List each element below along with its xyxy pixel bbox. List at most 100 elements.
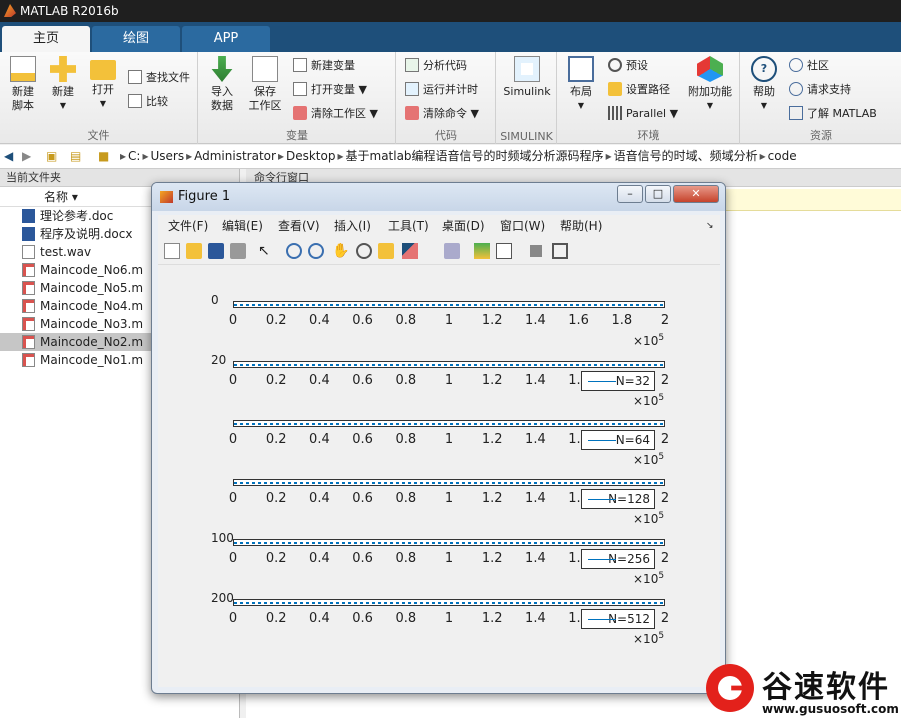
- exponent-base: ×10: [633, 572, 659, 586]
- new-script-icon: [10, 56, 36, 82]
- exponent-base: ×10: [633, 632, 659, 646]
- subplot-axes[interactable]: [233, 479, 665, 486]
- breadcrumb-item[interactable]: C:: [128, 149, 140, 163]
- find-files-button[interactable]: 查找文件: [128, 68, 190, 88]
- breadcrumb-item[interactable]: 基于matlab编程语音信号的时频域分析源码程序: [346, 149, 604, 163]
- zoom-in-icon[interactable]: [286, 243, 302, 259]
- parallel-button[interactable]: Parallel ▼: [608, 104, 678, 124]
- compare-button[interactable]: 比较: [128, 92, 168, 112]
- open-variable-button[interactable]: 打开变量 ▼: [293, 80, 367, 100]
- x-tick-label: 0.8: [395, 611, 417, 626]
- subplot-axes[interactable]: [233, 539, 665, 546]
- new-script-button[interactable]: 新建 脚本: [6, 56, 40, 113]
- breadcrumb-item[interactable]: 语音信号的时域、频域分析: [614, 149, 758, 163]
- open-button[interactable]: 打开 ▼: [86, 56, 120, 111]
- breadcrumb-item[interactable]: Desktop: [286, 149, 336, 163]
- subplot-axes[interactable]: [233, 420, 665, 427]
- clear-commands-button[interactable]: 清除命令 ▼: [405, 104, 479, 124]
- menu-help[interactable]: 帮助(H): [560, 215, 602, 237]
- subplot-axes[interactable]: [233, 599, 665, 606]
- subplot-axes[interactable]: [233, 301, 665, 308]
- x-tick-label: 1.8: [611, 313, 633, 328]
- analyze-code-button[interactable]: 分析代码: [405, 56, 467, 76]
- tab-plots[interactable]: 绘图: [92, 26, 180, 52]
- figure-canvas[interactable]: 0 0 0.2 0.4 0.6 0.8 1 1.2 1.4 1.6 1.8 2 ×105 20 0 0.2 0.…: [158, 265, 720, 687]
- new-figure-icon[interactable]: [164, 243, 180, 259]
- x-tick-label: 0.2: [265, 313, 287, 328]
- link-plot-icon[interactable]: [444, 243, 460, 259]
- menu-insert[interactable]: 插入(I): [334, 215, 371, 237]
- eraser-icon: [405, 106, 419, 120]
- learn-matlab-button[interactable]: 了解 MATLAB: [789, 104, 877, 124]
- breadcrumb-item[interactable]: Administrator: [194, 149, 276, 163]
- x-tick-label: 0.6: [352, 373, 373, 388]
- addons-button[interactable]: 附加功能 ▼: [686, 56, 734, 113]
- ribbon-group-resources: ? 帮助 ▼ 社区 请求支持 了解 MATLAB 资源: [741, 52, 901, 144]
- breadcrumb-item[interactable]: Users: [150, 149, 184, 163]
- menu-tools[interactable]: 工具(T): [388, 215, 429, 237]
- preferences-button[interactable]: 预设: [608, 56, 648, 76]
- x-tick-label: 0.8: [395, 373, 417, 388]
- simulink-button[interactable]: Simulink: [503, 56, 551, 99]
- data-cursor-icon[interactable]: [378, 243, 394, 259]
- menu-edit[interactable]: 编辑(E): [222, 215, 263, 237]
- colorbar-icon[interactable]: [474, 243, 490, 259]
- request-support-button[interactable]: 请求支持: [789, 80, 851, 100]
- back-arrow-icon[interactable]: ◀: [4, 145, 13, 168]
- menu-view[interactable]: 查看(V): [278, 215, 320, 237]
- run-time-icon: [405, 82, 419, 96]
- layout-button[interactable]: 布局 ▼: [564, 56, 598, 113]
- x-tick-label: 2: [660, 432, 670, 447]
- legend-icon[interactable]: [496, 243, 512, 259]
- save-workspace-button[interactable]: 保存 工作区: [245, 56, 285, 113]
- show-plot-tools-icon[interactable]: [552, 243, 568, 259]
- rotate-icon[interactable]: [356, 243, 372, 259]
- forward-arrow-icon[interactable]: ▶: [22, 145, 31, 168]
- print-icon[interactable]: [230, 243, 246, 259]
- find-files-icon: [128, 70, 142, 84]
- help-button[interactable]: ? 帮助 ▼: [747, 56, 781, 113]
- legend-label: N=64: [615, 433, 650, 447]
- x-tick-label: 0.4: [309, 611, 330, 626]
- subplot-axes[interactable]: [233, 361, 665, 368]
- close-button[interactable]: ✕: [673, 185, 719, 203]
- new-button[interactable]: 新建 ▼: [46, 56, 80, 113]
- menubar-overflow-icon[interactable]: ↘: [706, 215, 714, 237]
- x-tick-label: 0.6: [352, 491, 373, 506]
- legend-box[interactable]: N=512: [581, 609, 655, 629]
- hide-plot-tools-icon[interactable]: [530, 245, 542, 257]
- signal-trace: [234, 364, 664, 366]
- new-variable-button[interactable]: 新建变量: [293, 56, 355, 76]
- breadcrumb-item[interactable]: code: [768, 149, 797, 163]
- zoom-out-icon[interactable]: [308, 243, 324, 259]
- legend-box[interactable]: N=64: [581, 430, 655, 450]
- x-tick-label: 0.2: [265, 551, 287, 566]
- import-data-button[interactable]: 导入 数据: [205, 56, 239, 113]
- menu-window[interactable]: 窗口(W): [500, 215, 545, 237]
- group-label-environment: 环境: [637, 129, 660, 142]
- pointer-icon[interactable]: ↖: [258, 243, 274, 259]
- legend-box[interactable]: N=32: [581, 371, 655, 391]
- address-bar[interactable]: ◀ ▶ ▣ ▤ ■ ▸ C: ▸ Users ▸ Administrator ▸ Deskto…: [0, 145, 901, 169]
- menu-desktop[interactable]: 桌面(D): [442, 215, 485, 237]
- run-and-time-button[interactable]: 运行并计时: [405, 80, 478, 100]
- x-tick-label: 1.4: [525, 551, 546, 566]
- community-button[interactable]: 社区: [789, 56, 829, 76]
- menu-file[interactable]: 文件(F): [168, 215, 208, 237]
- tab-apps[interactable]: APP: [182, 26, 270, 52]
- legend-box[interactable]: N=256: [581, 549, 655, 569]
- figure-title: Figure 1: [178, 189, 231, 204]
- minimize-button[interactable]: –: [617, 185, 643, 203]
- legend-box[interactable]: N=128: [581, 489, 655, 509]
- pan-hand-icon[interactable]: ✋: [332, 243, 349, 259]
- brush-icon[interactable]: [402, 243, 418, 259]
- open-file-icon[interactable]: [186, 243, 202, 259]
- tab-home[interactable]: 主页: [2, 26, 90, 52]
- clear-workspace-button[interactable]: 清除工作区 ▼: [293, 104, 378, 124]
- up-folder-icon[interactable]: ▣: [46, 145, 57, 168]
- maximize-button[interactable]: □: [645, 185, 671, 203]
- save-icon[interactable]: [208, 243, 224, 259]
- set-path-button[interactable]: 设置路径: [608, 80, 670, 100]
- ribbon-group-simulink: Simulink SIMULINK: [497, 52, 557, 144]
- browse-folder-icon[interactable]: ▤: [70, 145, 81, 168]
